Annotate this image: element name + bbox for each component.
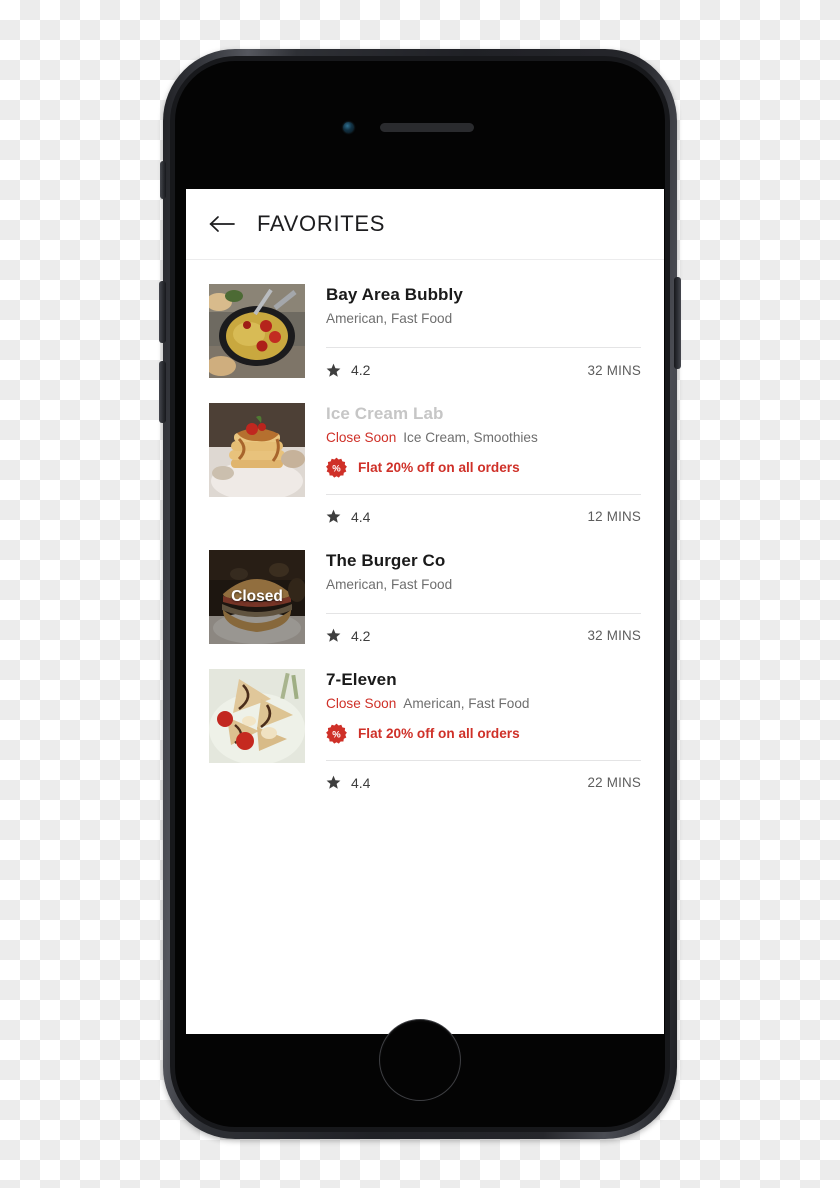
rating-group: 4.2 [326, 628, 370, 644]
star-icon [326, 628, 341, 643]
list-item[interactable]: 7-Eleven Close Soon American, Fast Food % [186, 668, 664, 791]
restaurant-name: Bay Area Bubbly [326, 285, 463, 304]
restaurant-meta: Close Soon Ice Cream, Smoothies [326, 429, 641, 447]
restaurant-thumbnail[interactable]: Closed [209, 549, 305, 644]
home-button[interactable] [379, 1019, 461, 1101]
restaurant-stats: 4.2 32 MINS [326, 614, 641, 644]
restaurant-stats: 4.4 22 MINS [326, 761, 641, 791]
offer-text: Flat 20% off on all orders [358, 459, 520, 475]
app-screen: FAVORITES Bay Area Bubbly American, Fast… [186, 189, 664, 1034]
restaurant-name: The Burger Co [326, 550, 446, 570]
restaurant-stats: 4.4 12 MINS [326, 495, 641, 525]
restaurant-stats: 4.2 32 MINS [326, 348, 641, 378]
close-soon-badge: Close Soon [326, 430, 397, 446]
arrow-left-icon[interactable] [209, 214, 235, 234]
volume-down-button[interactable] [159, 361, 166, 423]
rating-group: 4.4 [326, 775, 370, 791]
list-item[interactable]: Bay Area Bubbly American, Fast Food 4.2 … [186, 284, 664, 378]
delivery-eta: 12 MINS [587, 509, 641, 525]
cuisine-text: Ice Cream, Smoothies [403, 430, 538, 446]
delivery-eta: 32 MINS [587, 362, 641, 378]
rating-value: 4.4 [351, 508, 371, 525]
offer-row: % Flat 20% off on all orders [326, 457, 641, 478]
restaurant-info: The Burger Co American, Fast Food 4.2 32… [305, 550, 641, 644]
restaurant-info: Bay Area Bubbly American, Fast Food 4.2 … [305, 284, 641, 378]
cuisine-text: American, Fast Food [326, 577, 453, 593]
star-icon [326, 363, 341, 378]
star-icon [326, 775, 341, 790]
discount-percent-badge-icon: % [326, 723, 347, 744]
rating-value: 4.2 [351, 362, 371, 378]
list-item[interactable]: Closed The Burger Co American, Fast Food [186, 549, 664, 644]
phone-glass: FAVORITES Bay Area Bubbly American, Fast… [175, 61, 665, 1127]
volume-up-button[interactable] [159, 281, 166, 343]
restaurant-thumbnail[interactable] [209, 284, 305, 378]
offer-text: Flat 20% off on all orders [358, 725, 520, 741]
app-header: FAVORITES [186, 189, 664, 260]
svg-text:%: % [332, 463, 341, 474]
restaurant-meta: Close Soon American, Fast Food [326, 695, 641, 713]
discount-percent-badge-icon: % [326, 457, 347, 478]
list-item[interactable]: Ice Cream Lab Close Soon Ice Cream, Smoot… [186, 403, 664, 525]
svg-text:%: % [332, 729, 341, 740]
restaurant-thumbnail[interactable] [209, 668, 305, 763]
restaurant-name: Ice Cream Lab [326, 404, 444, 423]
restaurant-info: Ice Cream Lab Close Soon Ice Cream, Smoot… [305, 403, 641, 525]
cuisine-text: American, Fast Food [403, 696, 530, 712]
delivery-eta: 22 MINS [587, 775, 641, 791]
rating-value: 4.2 [351, 627, 371, 644]
close-soon-badge: Close Soon [326, 696, 397, 712]
offer-row: % Flat 20% off on all orders [326, 723, 641, 744]
silent-switch-button[interactable] [160, 161, 166, 199]
earpiece-speaker-icon [380, 123, 474, 132]
cuisine-text: American, Fast Food [326, 311, 453, 327]
restaurant-name: 7-Eleven [326, 669, 397, 689]
favorites-list: Bay Area Bubbly American, Fast Food 4.2 … [186, 260, 664, 791]
closed-overlay: Closed [209, 549, 305, 644]
front-camera-icon [343, 122, 354, 133]
rating-value: 4.4 [351, 774, 371, 791]
restaurant-info: 7-Eleven Close Soon American, Fast Food % [305, 669, 641, 791]
restaurant-meta: American, Fast Food [326, 576, 641, 594]
power-button[interactable] [674, 277, 681, 369]
rating-group: 4.2 [326, 362, 370, 378]
delivery-eta: 32 MINS [587, 628, 641, 644]
page-title: FAVORITES [257, 211, 386, 236]
phone-mockup: FAVORITES Bay Area Bubbly American, Fast… [159, 49, 681, 1139]
closed-label: Closed [231, 587, 283, 605]
restaurant-thumbnail[interactable] [209, 403, 305, 497]
star-icon [326, 509, 341, 524]
rating-group: 4.4 [326, 509, 370, 525]
restaurant-meta: American, Fast Food [326, 310, 641, 328]
